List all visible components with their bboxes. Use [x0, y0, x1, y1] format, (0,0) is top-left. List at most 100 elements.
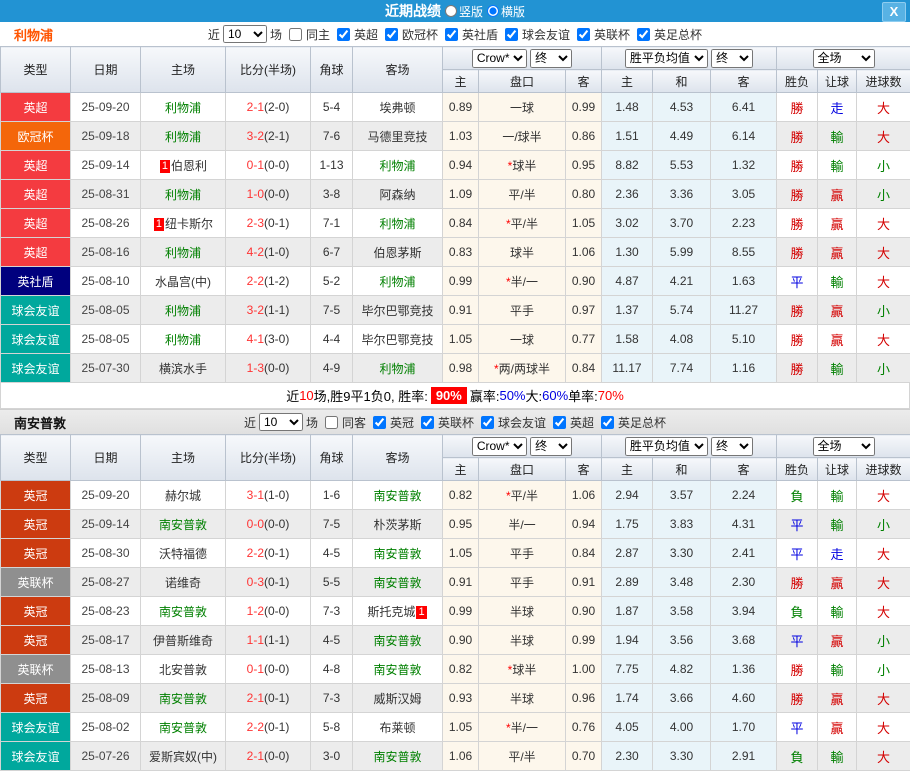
- asia-handicap-line: 一球: [479, 325, 566, 354]
- league-filter-checkbox[interactable]: [445, 28, 458, 41]
- filter-bar: 利物浦 近 10 场 同主 英超欧冠杯英社盾球会友谊英联杯英足总杯: [0, 22, 910, 46]
- recent-count-select[interactable]: 10: [223, 25, 267, 43]
- away-team-cell: 利物浦: [353, 354, 443, 383]
- same-venue-checkbox[interactable]: [289, 28, 302, 41]
- result-wdl: 勝: [777, 151, 818, 180]
- match-row: 英超 25-08-16 利物浦 4-2(1-0) 6-7 伯恩茅斯 0.83 球…: [1, 238, 910, 267]
- league-filter-checkbox[interactable]: [601, 416, 614, 429]
- match-scope-select[interactable]: 全场: [813, 49, 875, 68]
- col-away: 客场: [353, 435, 443, 481]
- match-row: 英超 25-08-26 1纽卡斯尔 2-3(0-1) 7-1 利物浦 0.84 …: [1, 209, 910, 238]
- asia-away-odds: 1.06: [566, 481, 602, 510]
- match-date: 25-08-23: [71, 597, 141, 626]
- corner-cell: 7-6: [311, 122, 353, 151]
- vertical-radio-input[interactable]: [445, 5, 457, 17]
- match-row: 球会友谊 25-08-05 利物浦 3-2(1-1) 7-5 毕尔巴鄂竞技 0.…: [1, 296, 910, 325]
- match-row: 球会友谊 25-08-02 南安普敦 2-2(0-1) 5-8 布莱顿 1.05…: [1, 713, 910, 742]
- subcol-2: 客: [566, 70, 602, 93]
- horizontal-radio-input[interactable]: [487, 5, 499, 17]
- same-venue-checkbox[interactable]: [325, 416, 338, 429]
- team-name: 伊普斯维奇: [153, 634, 213, 648]
- result-goals: 大: [857, 238, 910, 267]
- match-scope-select[interactable]: 全场: [813, 437, 875, 456]
- league-badge: 英冠: [1, 626, 71, 655]
- score-cell: 4-1(3-0): [226, 325, 311, 354]
- league-filter-checkbox[interactable]: [421, 416, 434, 429]
- team-name: 爱斯宾奴(中): [149, 750, 217, 764]
- win-rate-badge: 90%: [431, 387, 467, 404]
- league-filter-checkbox[interactable]: [337, 28, 350, 41]
- away-team-cell: 南安普敦: [353, 481, 443, 510]
- score-cell: 3-2(1-1): [226, 296, 311, 325]
- match-date: 25-08-13: [71, 655, 141, 684]
- result-goals: 大: [857, 267, 910, 296]
- euro-avg-select[interactable]: 胜平负均值: [625, 49, 708, 68]
- result-goals: 小: [857, 510, 910, 539]
- asia-stage-select[interactable]: 终: [530, 49, 572, 68]
- league-badge: 英联杯: [1, 655, 71, 684]
- odds-source-select[interactable]: Crow*: [472, 49, 527, 68]
- asia-home-odds: 0.99: [443, 267, 479, 296]
- league-filter-checkbox[interactable]: [505, 28, 518, 41]
- league-filter-checkbox[interactable]: [553, 416, 566, 429]
- result-goals: 大: [857, 597, 910, 626]
- col-type: 类型: [1, 435, 71, 481]
- asia-away-odds: 0.80: [566, 180, 602, 209]
- home-team-cell: 1纽卡斯尔: [141, 209, 226, 238]
- col-type: 类型: [1, 47, 71, 93]
- col-corner: 角球: [311, 435, 353, 481]
- league-filter-label: 英足总杯: [654, 26, 702, 43]
- away-team-cell: 威斯汉姆: [353, 684, 443, 713]
- league-filter-checkbox[interactable]: [637, 28, 650, 41]
- euro-away-avg: 1.36: [711, 655, 777, 684]
- result-handicap: 贏: [818, 238, 857, 267]
- euro-draw-avg: 3.36: [653, 180, 711, 209]
- match-row: 英冠 25-09-20 赫尔城 3-1(1-0) 1-6 南安普敦 0.82 *…: [1, 481, 910, 510]
- match-row: 英冠 25-08-17 伊普斯维奇 1-1(1-1) 4-5 南安普敦 0.90…: [1, 626, 910, 655]
- asia-handicap-line: 平/半: [479, 180, 566, 209]
- euro-home-avg: 2.94: [602, 481, 653, 510]
- euro-stage-select[interactable]: 终: [711, 49, 753, 68]
- layout-radio-vertical[interactable]: 竖版: [445, 3, 483, 20]
- asia-odds-header: Crow* 终: [443, 435, 602, 458]
- euro-draw-avg: 3.70: [653, 209, 711, 238]
- euro-avg-select[interactable]: 胜平负均值: [625, 437, 708, 456]
- team-name: 马德里竞技: [367, 130, 427, 144]
- league-badge: 英冠: [1, 539, 71, 568]
- asia-handicap-line: *半/一: [479, 713, 566, 742]
- close-icon[interactable]: X: [882, 2, 906, 22]
- score-cell: 2-2(0-1): [226, 539, 311, 568]
- layout-radio-horizontal[interactable]: 横版: [487, 3, 525, 20]
- league-filter-checkbox[interactable]: [481, 416, 494, 429]
- recent-count-select[interactable]: 10: [259, 413, 303, 431]
- match-row: 英超 25-08-31 利物浦 1-0(0-0) 3-8 阿森纳 1.09 平/…: [1, 180, 910, 209]
- result-goals: 大: [857, 93, 910, 122]
- home-team-cell: 横滨水手: [141, 354, 226, 383]
- euro-away-avg: 5.10: [711, 325, 777, 354]
- asia-home-odds: 1.05: [443, 325, 479, 354]
- league-filter-checkbox[interactable]: [373, 416, 386, 429]
- result-wdl: 平: [777, 626, 818, 655]
- euro-draw-avg: 3.83: [653, 510, 711, 539]
- euro-draw-avg: 3.58: [653, 597, 711, 626]
- team-name: 南安普敦: [373, 634, 421, 648]
- team-name: 利物浦: [379, 217, 415, 231]
- asia-stage-select[interactable]: 终: [530, 437, 572, 456]
- odds-source-select[interactable]: Crow*: [472, 437, 527, 456]
- result-handicap: 贏: [818, 180, 857, 209]
- asia-home-odds: 0.84: [443, 209, 479, 238]
- result-handicap: 走: [818, 539, 857, 568]
- asia-away-odds: 0.96: [566, 684, 602, 713]
- league-badge: 欧冠杯: [1, 122, 71, 151]
- match-row: 英冠 25-08-09 南安普敦 2-1(0-1) 7-3 威斯汉姆 0.93 …: [1, 684, 910, 713]
- team-name: 南安普敦: [373, 489, 421, 503]
- result-handicap: 贏: [818, 568, 857, 597]
- asia-home-odds: 1.09: [443, 180, 479, 209]
- asia-away-odds: 0.84: [566, 539, 602, 568]
- home-team-cell: 南安普敦: [141, 713, 226, 742]
- team-name: 利物浦: [379, 275, 415, 289]
- league-filter-checkbox[interactable]: [577, 28, 590, 41]
- euro-stage-select[interactable]: 终: [711, 437, 753, 456]
- league-filter-checkbox[interactable]: [385, 28, 398, 41]
- asia-handicap-line: *两/两球半: [479, 354, 566, 383]
